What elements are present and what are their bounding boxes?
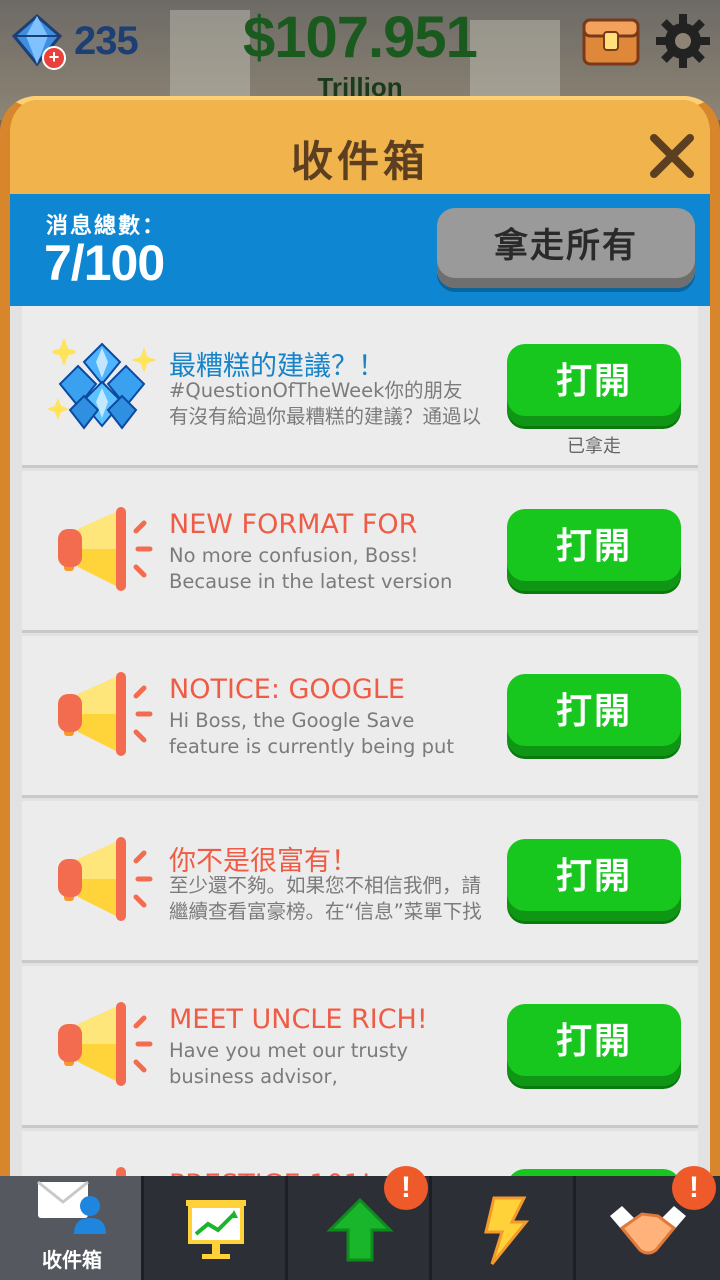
message-preview-line: business advisor, (169, 1065, 338, 1088)
message-title: NEW FORMAT FOR (169, 509, 418, 540)
list-item[interactable]: 最糟糕的建議？！ #QuestionOfTheWeek你的朋友 有沒有給過你最糟… (22, 306, 698, 468)
notification-badge: ! (384, 1166, 428, 1210)
open-button[interactable]: 打開 (507, 509, 681, 591)
treasure-chest-icon[interactable] (580, 12, 642, 68)
message-preview: 至少還不夠。如果您不相信我們，請 繼續查看富豪榜。在“信息”菜單下找 (169, 873, 499, 925)
message-title: MEET UNCLE RICH! (169, 1004, 428, 1035)
open-button[interactable]: 打開 (507, 1004, 681, 1086)
message-preview-line: 有沒有給過你最糟糕的建議？通過以 (169, 405, 482, 428)
message-preview-line: Have you met our trusty (169, 1039, 409, 1062)
message-preview: Hi Boss, the Google Save feature is curr… (169, 708, 499, 760)
message-preview-line: 繼續查看富豪榜。在“信息”菜單下找 (169, 900, 482, 923)
megaphone-icon (44, 992, 160, 1100)
message-preview-line: 至少還不夠。如果您不相信我們，請 (169, 874, 482, 897)
list-item[interactable]: NEW FORMAT FOR No more confusion, Boss! … (22, 471, 698, 633)
open-button[interactable]: 打開 (507, 344, 681, 426)
message-preview: No more confusion, Boss! Because in the … (169, 543, 499, 595)
megaphone-icon (44, 662, 160, 770)
nav-item-stats[interactable] (144, 1176, 288, 1280)
open-button[interactable]: 打開 (507, 674, 681, 756)
megaphone-icon (44, 827, 160, 935)
handshake-icon (608, 1198, 688, 1270)
lightning-icon (464, 1194, 544, 1266)
message-preview: #QuestionOfTheWeek你的朋友 有沒有給過你最糟糕的建議？通過以 (169, 378, 499, 430)
message-list[interactable]: 最糟糕的建議？！ #QuestionOfTheWeek你的朋友 有沒有給過你最糟… (10, 306, 710, 1190)
nav-label-inbox: 收件箱 (42, 1248, 102, 1272)
arrow-up-icon (320, 1196, 400, 1268)
nav-item-upgrade[interactable]: ! (288, 1166, 432, 1280)
list-item[interactable]: MEET UNCLE RICH! Have you met our trusty… (22, 966, 698, 1128)
message-preview: Have you met our trusty business advisor… (169, 1038, 499, 1090)
message-preview-line: No more confusion, Boss! (169, 544, 419, 567)
megaphone-icon (44, 497, 160, 605)
message-preview-line: Because in the latest version (169, 570, 453, 593)
inbox-panel: 收件箱 消息總數： 7/100 拿走所有 最糟糕的建議？！ #QuestionO… (0, 96, 720, 1190)
diamonds-icon (44, 332, 160, 440)
open-button[interactable]: 打開 (507, 839, 681, 921)
list-item[interactable]: 你不是很富有！ 至少還不夠。如果您不相信我們，請 繼續查看富豪榜。在“信息”菜單… (22, 801, 698, 963)
panel-title: 收件箱 (290, 137, 429, 186)
list-item[interactable]: NOTICE: GOOGLE Hi Boss, the Google Save … (22, 636, 698, 798)
message-count: 7/100 (44, 235, 165, 291)
nav-item-deals[interactable]: ! (576, 1166, 720, 1280)
message-preview-line: Hi Boss, the Google Save (169, 709, 415, 732)
chart-board-icon (176, 1194, 256, 1266)
message-title: NOTICE: GOOGLE (169, 674, 405, 705)
gear-icon[interactable] (654, 12, 712, 70)
mail-icon (32, 1176, 112, 1248)
message-count-bar: 消息總數： 7/100 拿走所有 (10, 194, 710, 306)
notification-badge: ! (672, 1166, 716, 1210)
close-icon[interactable] (646, 130, 698, 182)
nav-item-inbox[interactable]: 收件箱 (0, 1176, 144, 1280)
take-all-button[interactable]: 拿走所有 (437, 208, 695, 288)
message-preview-line: feature is currently being put (169, 735, 454, 758)
message-preview-line: #QuestionOfTheWeek你的朋友 (169, 379, 463, 402)
nav-item-boost[interactable] (432, 1176, 576, 1280)
bottom-nav: 收件箱 ! ! (0, 1166, 720, 1280)
claimed-status: 已拿走 (567, 436, 621, 457)
